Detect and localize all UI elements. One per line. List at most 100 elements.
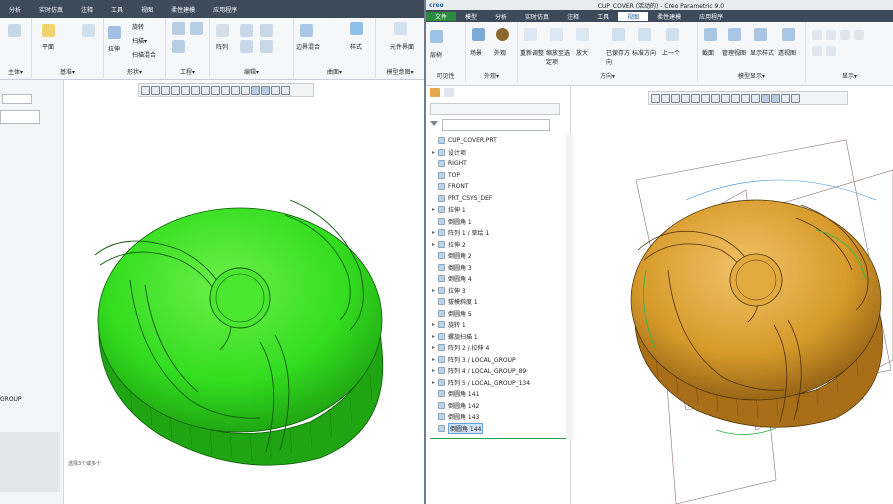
- tree-item[interactable]: 倒圆角 5: [430, 308, 565, 320]
- gold-cap-model[interactable]: [576, 110, 893, 504]
- expand-icon[interactable]: ▸: [430, 229, 437, 236]
- menu-applications[interactable]: 应用程序: [204, 5, 246, 14]
- section-view-icon[interactable]: [251, 85, 260, 95]
- sweep-button[interactable]: 扫描▾: [132, 36, 147, 45]
- green-cap-model[interactable]: [70, 160, 420, 480]
- csys-display-icon[interactable]: [854, 30, 864, 40]
- plane-display-icon[interactable]: [812, 30, 822, 40]
- folder-icon[interactable]: [430, 88, 440, 97]
- plane-icon[interactable]: [42, 24, 55, 37]
- swept-blend-button[interactable]: 扫描混合: [132, 50, 156, 59]
- play-icon[interactable]: [791, 93, 800, 103]
- refit-icon[interactable]: [524, 28, 537, 41]
- display-style-icon[interactable]: [181, 85, 190, 95]
- menu-annotate[interactable]: 注释: [558, 12, 588, 21]
- tree-item[interactable]: ▸ 拉伸 2: [430, 239, 565, 251]
- menu-tools[interactable]: 工具: [102, 5, 132, 14]
- saved-orientations-icon[interactable]: [701, 93, 710, 103]
- point-display-icon[interactable]: [840, 30, 850, 40]
- menu-realtime-sim[interactable]: 实时仿真: [516, 12, 558, 21]
- filter-icon[interactable]: [430, 121, 438, 126]
- annotation-display-icon[interactable]: [812, 46, 822, 56]
- menu-flexible-modeling[interactable]: 柔性建模: [648, 12, 690, 21]
- revolve-button[interactable]: 旋转: [132, 22, 144, 31]
- menu-file[interactable]: 文件: [426, 11, 457, 21]
- curve-icon[interactable]: [82, 24, 95, 37]
- scene-icon[interactable]: [472, 28, 485, 41]
- tree-item[interactable]: ▸ 拉伸 3: [430, 285, 565, 297]
- insert-indicator[interactable]: [430, 438, 566, 439]
- menu-tools[interactable]: 工具: [588, 12, 618, 21]
- saved-orientations-icon[interactable]: [191, 85, 200, 95]
- spin-center-icon[interactable]: [751, 93, 760, 103]
- tree-item[interactable]: 拔模斜度 1: [430, 296, 565, 308]
- zoom-out-icon[interactable]: [671, 93, 680, 103]
- tree-item[interactable]: TOP: [430, 170, 565, 182]
- expand-icon[interactable]: ▸: [430, 321, 437, 328]
- trim-icon[interactable]: [240, 40, 253, 53]
- style-icon[interactable]: [350, 22, 363, 35]
- view-manager-icon[interactable]: [711, 93, 720, 103]
- tree-item[interactable]: 倒圆角 2: [430, 250, 565, 262]
- menu-model[interactable]: 模型: [456, 12, 486, 21]
- tree-search-input[interactable]: [442, 119, 550, 131]
- menu-applications[interactable]: 应用程序: [690, 12, 732, 21]
- menu-analysis[interactable]: 分析: [486, 12, 516, 21]
- annotation-display-icon[interactable]: [741, 93, 750, 103]
- perspective-icon[interactable]: [721, 93, 730, 103]
- tree-item[interactable]: ▸ 阵列 5 / LOCAL_GROUP_134: [430, 377, 565, 389]
- repaint-icon[interactable]: [171, 85, 180, 95]
- pause-icon[interactable]: [781, 93, 790, 103]
- play-icon[interactable]: [281, 85, 290, 95]
- manage-views-icon[interactable]: [728, 28, 741, 41]
- tree-item[interactable]: FRONT: [430, 181, 565, 193]
- tree-item[interactable]: ▸ 旋转 1: [430, 319, 565, 331]
- tree-item[interactable]: ▸ 阵列 4 / LOCAL_GROUP_89: [430, 365, 565, 377]
- tree-item[interactable]: 倒圆角 141: [430, 388, 565, 400]
- display-style-icon[interactable]: [691, 93, 700, 103]
- tree-item[interactable]: ▸ 阵列 2 / 拉伸 4: [430, 342, 565, 354]
- pause-icon[interactable]: [271, 85, 280, 95]
- standard-orientation-icon[interactable]: [638, 28, 651, 41]
- dynamic-view-icon[interactable]: [771, 93, 780, 103]
- perspective-icon[interactable]: [782, 28, 795, 41]
- layers-tab-icon[interactable]: [444, 88, 454, 97]
- menu-analysis[interactable]: 分析: [0, 5, 30, 14]
- boundary-blend-icon[interactable]: [300, 24, 313, 37]
- tree-item[interactable]: 倒圆角 142: [430, 400, 565, 412]
- expand-icon[interactable]: ▸: [430, 287, 437, 294]
- saved-orientations-icon[interactable]: [612, 28, 625, 41]
- appearance-icon[interactable]: [496, 28, 509, 41]
- tree-search-input[interactable]: [0, 110, 40, 124]
- datum-display-icon[interactable]: [221, 85, 230, 95]
- tree-item[interactable]: ▸ 阵列 3 / LOCAL_GROUP: [430, 354, 565, 366]
- mirror-icon[interactable]: [240, 24, 253, 37]
- tree-item[interactable]: CUP_COVER.PRT: [430, 135, 565, 147]
- expand-icon[interactable]: ▸: [430, 367, 437, 374]
- menu-view[interactable]: 视图: [618, 11, 649, 21]
- tree-tools-button[interactable]: [2, 94, 32, 104]
- expand-icon[interactable]: ▸: [430, 241, 437, 248]
- tree-item[interactable]: PRT_CSYS_DEF: [430, 193, 565, 205]
- layer-icon[interactable]: [430, 30, 443, 43]
- display-style-icon[interactable]: [754, 28, 767, 41]
- axis-display-icon[interactable]: [826, 30, 836, 40]
- chamfer-icon[interactable]: [172, 40, 185, 53]
- tree-item[interactable]: ▸ 阵列 1 / 草绘 1: [430, 227, 565, 239]
- pattern-icon[interactable]: [216, 24, 229, 37]
- merge-icon[interactable]: [260, 24, 273, 37]
- extrude-icon[interactable]: [108, 26, 121, 39]
- spin-center-icon[interactable]: [241, 85, 250, 95]
- menu-view[interactable]: 视图: [132, 5, 162, 14]
- spin-center-icon[interactable]: [826, 46, 836, 56]
- section-icon[interactable]: [704, 28, 717, 41]
- zoom-out-icon[interactable]: [161, 85, 170, 95]
- refit-icon[interactable]: [141, 85, 150, 95]
- menu-annotate[interactable]: 注释: [72, 5, 102, 14]
- tree-item[interactable]: ▸ 螺旋扫描 1: [430, 331, 565, 343]
- tree-item[interactable]: 倒圆角 1: [430, 216, 565, 228]
- expand-icon[interactable]: ▸: [430, 356, 437, 363]
- expand-icon[interactable]: ▸: [430, 344, 437, 351]
- view-manager-icon[interactable]: [201, 85, 210, 95]
- hole-icon[interactable]: [172, 22, 185, 35]
